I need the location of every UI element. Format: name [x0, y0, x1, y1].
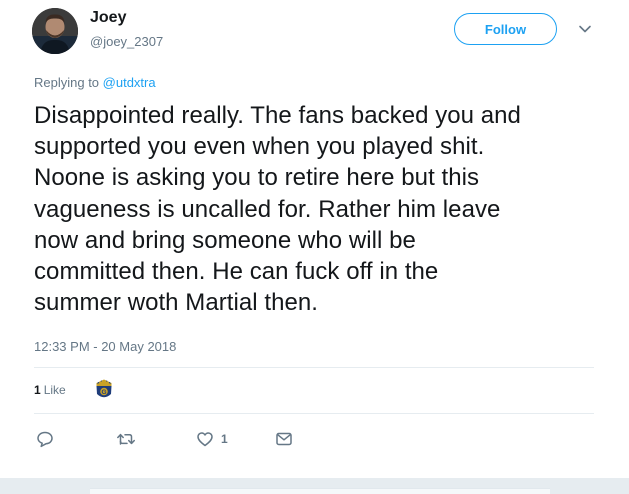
follow-button[interactable]: Follow: [454, 13, 557, 45]
likes-stat[interactable]: 1 Like: [34, 383, 66, 397]
tweet-text-line: committed then. He can fuck off in the: [34, 258, 439, 286]
tweet-text-line: now and bring someone who will be: [34, 226, 416, 254]
retweet-button[interactable]: [116, 429, 136, 449]
timeline-background: [0, 478, 629, 494]
divider: [34, 367, 594, 368]
direct-message-button[interactable]: [275, 429, 293, 449]
reply-to-handle-link[interactable]: @utdxtra: [103, 75, 156, 90]
avatar[interactable]: [32, 8, 78, 54]
tweet-text-line: summer woth Martial then.: [34, 289, 319, 317]
like-count: 1: [221, 432, 228, 446]
reply-context: Replying to @utdxtra: [34, 75, 156, 90]
tweet-timestamp[interactable]: 12:33 PM - 20 May 2018: [34, 339, 176, 354]
liker-avatar[interactable]: G: [92, 377, 116, 401]
reply-context-prefix: Replying to: [34, 75, 103, 90]
brewers-logo-icon: G: [93, 379, 115, 399]
tweet-card: Joey @joey_2307 Follow Replying to @utdx…: [0, 0, 629, 478]
reply-button[interactable]: [36, 429, 54, 449]
user-photo-icon: [32, 8, 78, 54]
svg-text:G: G: [101, 389, 106, 396]
divider: [34, 413, 594, 414]
likes-label: Like: [43, 383, 66, 397]
retweet-icon: [117, 433, 135, 445]
tweet-text-line: supported you even when you played shit.: [34, 133, 485, 161]
display-name[interactable]: Joey: [90, 9, 126, 27]
heart-icon: [197, 432, 213, 447]
next-card-edge: [90, 488, 550, 494]
tweet-text: Disappointed really. The fans backed you…: [34, 100, 614, 318]
like-button[interactable]: 1: [196, 429, 228, 449]
tweet-text-line: vagueness is uncalled for. Rather him le…: [34, 195, 501, 223]
reply-icon: [37, 431, 53, 448]
tweet-text-line: Noone is asking you to retire here but t…: [34, 164, 480, 192]
envelope-icon: [276, 432, 292, 446]
tweet-text-line: Disappointed really. The fans backed you…: [34, 102, 521, 129]
screen-name[interactable]: @joey_2307: [90, 34, 163, 49]
chevron-down-icon[interactable]: [577, 22, 593, 36]
likes-count: 1: [34, 383, 41, 397]
